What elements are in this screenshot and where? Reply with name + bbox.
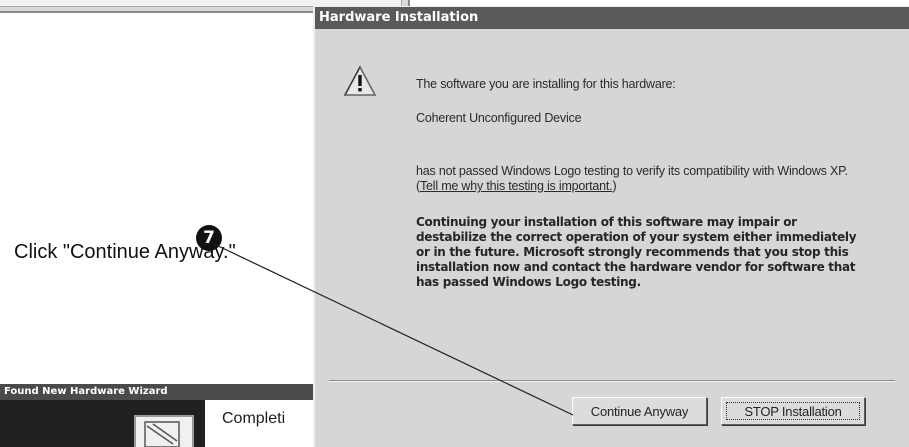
dialog-title: Hardware Installation bbox=[315, 7, 909, 29]
logo-testing-text-end: ) bbox=[612, 179, 617, 193]
why-testing-link[interactable]: Tell me why this testing is important. bbox=[420, 179, 613, 193]
found-new-hardware-wizard: Found New Hardware Wizard Completi bbox=[0, 384, 313, 447]
button-separator bbox=[329, 380, 895, 382]
continue-anyway-label: Continue Anyway bbox=[590, 403, 689, 419]
hardware-wizard-icon bbox=[134, 415, 194, 447]
wizard-heading: Completi bbox=[222, 410, 286, 427]
wizard-title: Found New Hardware Wizard bbox=[0, 384, 313, 400]
software-intro-text: The software you are installing for this… bbox=[416, 77, 676, 91]
stop-installation-button[interactable]: STOP Installation bbox=[721, 397, 865, 425]
logo-testing-text: has not passed Windows Logo testing to v… bbox=[416, 164, 856, 194]
continue-anyway-button[interactable]: Continue Anyway bbox=[572, 397, 707, 425]
hardware-installation-dialog: Hardware Installation The software you a… bbox=[313, 6, 909, 447]
warning-icon bbox=[343, 65, 377, 96]
step-number-badge: 7 bbox=[196, 225, 222, 251]
stop-installation-label: STOP Installation bbox=[744, 403, 842, 419]
warning-message: Continuing your installation of this sof… bbox=[416, 215, 857, 289]
dialog-body: The software you are installing for this… bbox=[315, 29, 909, 447]
device-name: Coherent Unconfigured Device bbox=[416, 111, 582, 125]
